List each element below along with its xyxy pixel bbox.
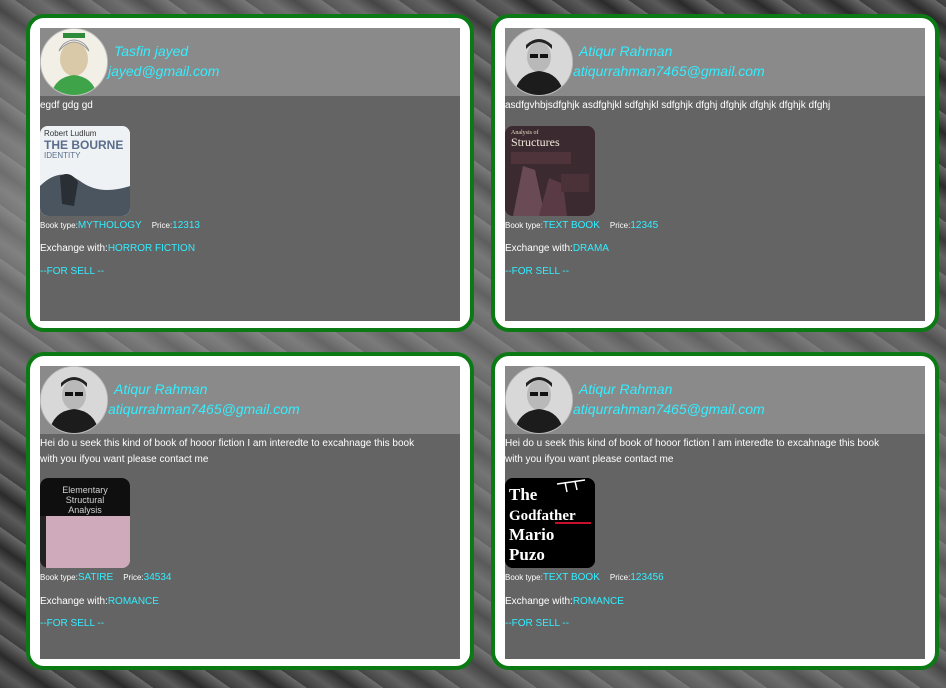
book-type-value: MYTHOLOGY bbox=[77, 220, 142, 231]
sell-status: --FOR SELL -- bbox=[505, 618, 570, 629]
post-header: Tasfin jayed jayed@gmail.com bbox=[40, 28, 460, 96]
post-card: Atiqur Rahman atiqurrahman7465@gmail.com… bbox=[26, 352, 474, 670]
avatar[interactable] bbox=[505, 366, 573, 434]
post-header: Atiqur Rahman atiqurrahman7465@gmail.com bbox=[505, 28, 925, 96]
post-header: Atiqur Rahman atiqurrahman7465@gmail.com bbox=[505, 366, 925, 434]
post-panel: Atiqur Rahman atiqurrahman7465@gmail.com… bbox=[505, 28, 925, 321]
cover-line2: THE BOURNE bbox=[44, 138, 123, 152]
price-value: 34534 bbox=[143, 572, 172, 583]
avatar[interactable] bbox=[505, 28, 573, 96]
user-name[interactable]: Atiqur Rahman bbox=[579, 43, 672, 59]
cover-line1: Elementary bbox=[62, 485, 108, 495]
exchange-row: Exchange with:DRAMA bbox=[505, 243, 609, 254]
post-panel: Atiqur Rahman atiqurrahman7465@gmail.com… bbox=[505, 366, 925, 659]
user-email: atiqurrahman7465@gmail.com bbox=[573, 401, 765, 417]
book-type-price-row: Book type:TEXT BOOK Price:12345 bbox=[505, 220, 658, 231]
cover-line4: Puzo bbox=[509, 545, 545, 564]
price-label: Price: bbox=[609, 573, 631, 582]
user-portrait-icon bbox=[41, 367, 107, 433]
exchange-label: Exchange with: bbox=[505, 596, 573, 607]
post-header: Atiqur Rahman atiqurrahman7465@gmail.com bbox=[40, 366, 460, 434]
book-cover-art: Robert Ludlum THE BOURNE IDENTITY bbox=[40, 126, 130, 216]
post-description: egdf gdg gd bbox=[40, 100, 93, 111]
book-cover-image[interactable]: Analysis of Structures bbox=[505, 126, 595, 216]
exchange-label: Exchange with: bbox=[505, 243, 573, 254]
book-type-label: Book type: bbox=[505, 573, 543, 582]
book-type-label: Book type: bbox=[505, 221, 543, 230]
exchange-value: HORROR FICTION bbox=[107, 243, 196, 254]
book-cover-art: Analysis of Structures bbox=[505, 126, 595, 216]
book-type-value: TEXT BOOK bbox=[542, 572, 600, 583]
sell-status: --FOR SELL -- bbox=[40, 266, 105, 277]
post-panel: Atiqur Rahman atiqurrahman7465@gmail.com… bbox=[40, 366, 460, 659]
book-type-price-row: Book type:TEXT BOOK Price:123456 bbox=[505, 572, 664, 583]
user-email: jayed@gmail.com bbox=[108, 63, 220, 79]
price-value: 12345 bbox=[630, 220, 659, 231]
cover-line3: Mario bbox=[509, 525, 554, 544]
book-type-price-row: Book type:MYTHOLOGY Price:12313 bbox=[40, 220, 200, 231]
post-card: Atiqur Rahman atiqurrahman7465@gmail.com… bbox=[491, 14, 939, 332]
price-label: Price: bbox=[123, 573, 144, 582]
cover-line2: Godfather bbox=[509, 508, 576, 524]
price-value: 12313 bbox=[172, 220, 200, 231]
book-type-value: SATIRE bbox=[77, 572, 114, 583]
post-description: asdfgvhbjsdfghjk asdfghjkl sdfghjkl sdfg… bbox=[505, 100, 831, 111]
user-portrait-icon bbox=[506, 367, 572, 433]
user-email: atiqurrahman7465@gmail.com bbox=[108, 401, 300, 417]
cover-line3: Analysis bbox=[68, 505, 102, 515]
exchange-row: Exchange with:ROMANCE bbox=[40, 596, 159, 607]
book-cover-art: Elementary Structural Analysis bbox=[40, 478, 130, 568]
user-portrait-icon bbox=[506, 29, 572, 95]
exchange-label: Exchange with: bbox=[40, 596, 108, 607]
post-card: Tasfin jayed jayed@gmail.com egdf gdg gd… bbox=[26, 14, 474, 332]
cover-line2: Structural bbox=[66, 495, 105, 505]
exchange-value: ROMANCE bbox=[572, 596, 624, 607]
post-description: Hei do u seek this kind of book of hooor… bbox=[505, 438, 880, 465]
price-value: 123456 bbox=[630, 572, 664, 583]
avatar[interactable] bbox=[40, 28, 108, 96]
book-type-value: TEXT BOOK bbox=[542, 220, 600, 231]
user-name[interactable]: Tasfin jayed bbox=[114, 43, 188, 59]
cover-line1: Robert Ludlum bbox=[44, 129, 97, 138]
book-type-label: Book type: bbox=[40, 573, 78, 582]
book-type-label: Book type: bbox=[40, 221, 78, 230]
exchange-value: ROMANCE bbox=[107, 596, 159, 607]
book-type-price-row: Book type:SATIRE Price:34534 bbox=[40, 572, 171, 583]
user-email: atiqurrahman7465@gmail.com bbox=[573, 63, 765, 79]
book-cover-image[interactable]: The Godfather Mario Puzo bbox=[505, 478, 595, 568]
user-name[interactable]: Atiqur Rahman bbox=[114, 381, 207, 397]
cover-line3: IDENTITY bbox=[44, 151, 81, 160]
cover-line2: Structures bbox=[511, 135, 560, 149]
book-cover-image[interactable]: Robert Ludlum THE BOURNE IDENTITY bbox=[40, 126, 130, 216]
cover-line1: The bbox=[509, 485, 538, 504]
post-description: Hei do u seek this kind of book of hooor… bbox=[40, 438, 415, 465]
sell-status: --FOR SELL -- bbox=[505, 266, 570, 277]
user-name[interactable]: Atiqur Rahman bbox=[579, 381, 672, 397]
exchange-label: Exchange with: bbox=[40, 243, 108, 254]
sell-status: --FOR SELL -- bbox=[40, 618, 105, 629]
price-label: Price: bbox=[151, 221, 173, 230]
exchange-value: DRAMA bbox=[572, 243, 609, 254]
post-card: Atiqur Rahman atiqurrahman7465@gmail.com… bbox=[491, 352, 939, 670]
post-panel: Tasfin jayed jayed@gmail.com egdf gdg gd… bbox=[40, 28, 460, 321]
book-cover-image[interactable]: Elementary Structural Analysis bbox=[40, 478, 130, 568]
exchange-row: Exchange with:HORROR FICTION bbox=[40, 243, 195, 254]
user-portrait-icon bbox=[41, 29, 107, 95]
avatar[interactable] bbox=[40, 366, 108, 434]
book-cover-art: The Godfather Mario Puzo bbox=[505, 478, 595, 568]
price-label: Price: bbox=[609, 221, 631, 230]
exchange-row: Exchange with:ROMANCE bbox=[505, 596, 624, 607]
